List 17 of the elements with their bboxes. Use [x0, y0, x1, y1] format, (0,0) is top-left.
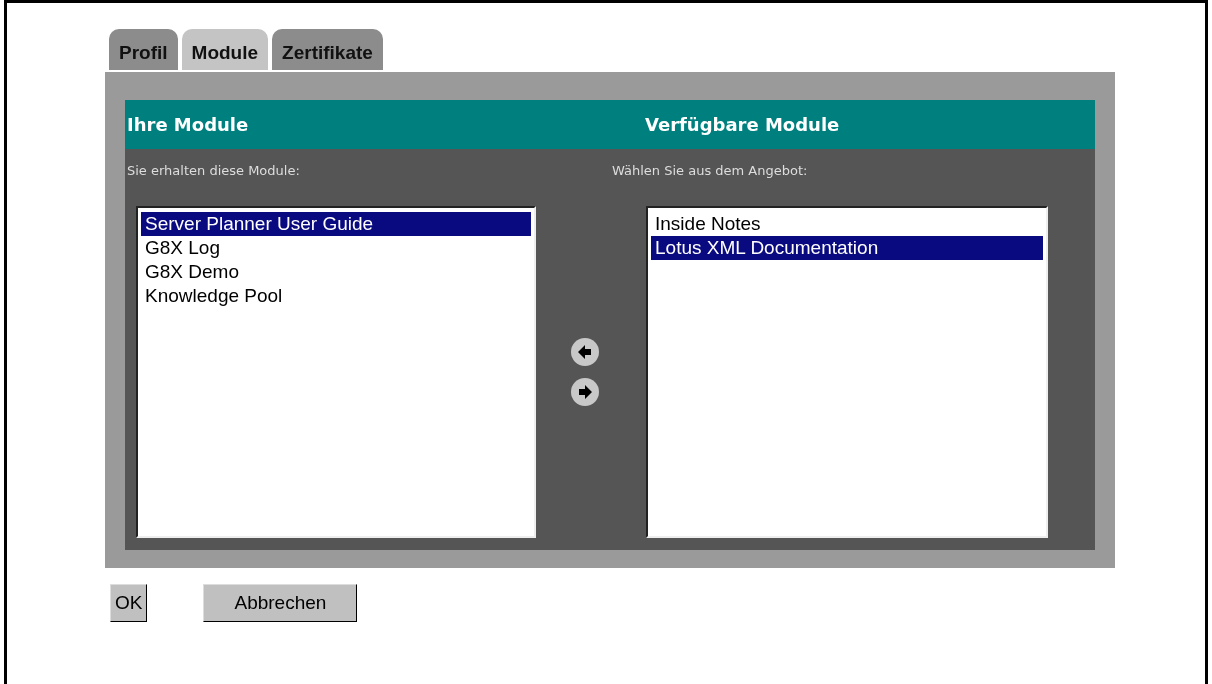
ok-button[interactable]: OK [110, 584, 148, 622]
list-item[interactable]: Lotus XML Documentation [651, 236, 1043, 260]
list-item[interactable]: Inside Notes [651, 212, 1043, 236]
module-list[interactable]: Server Planner User Guide G8X Log G8X Demo Knowledge Pool [136, 206, 536, 538]
column-hint: Sie erhalten diese Module: [126, 162, 301, 178]
tab[interactable]: Zertifikate [272, 29, 383, 70]
list-item[interactable]: G8X Demo [141, 260, 531, 284]
list-item[interactable]: G8X Log [141, 236, 531, 260]
module-list[interactable]: Inside Notes Lotus XML Documentation [646, 206, 1048, 538]
list-item[interactable]: Server Planner User Guide [141, 212, 531, 236]
column-heading: Verfügbare Module [645, 114, 841, 135]
tab[interactable]: Profil [109, 29, 178, 70]
tab[interactable]: Module [181, 29, 269, 70]
column-hint: Wählen Sie aus dem Angebot: [611, 162, 809, 178]
column-heading: Ihre Module [126, 114, 250, 135]
list-item[interactable]: Knowledge Pool [141, 284, 531, 308]
cancel-button[interactable]: Abbrechen [203, 584, 358, 622]
